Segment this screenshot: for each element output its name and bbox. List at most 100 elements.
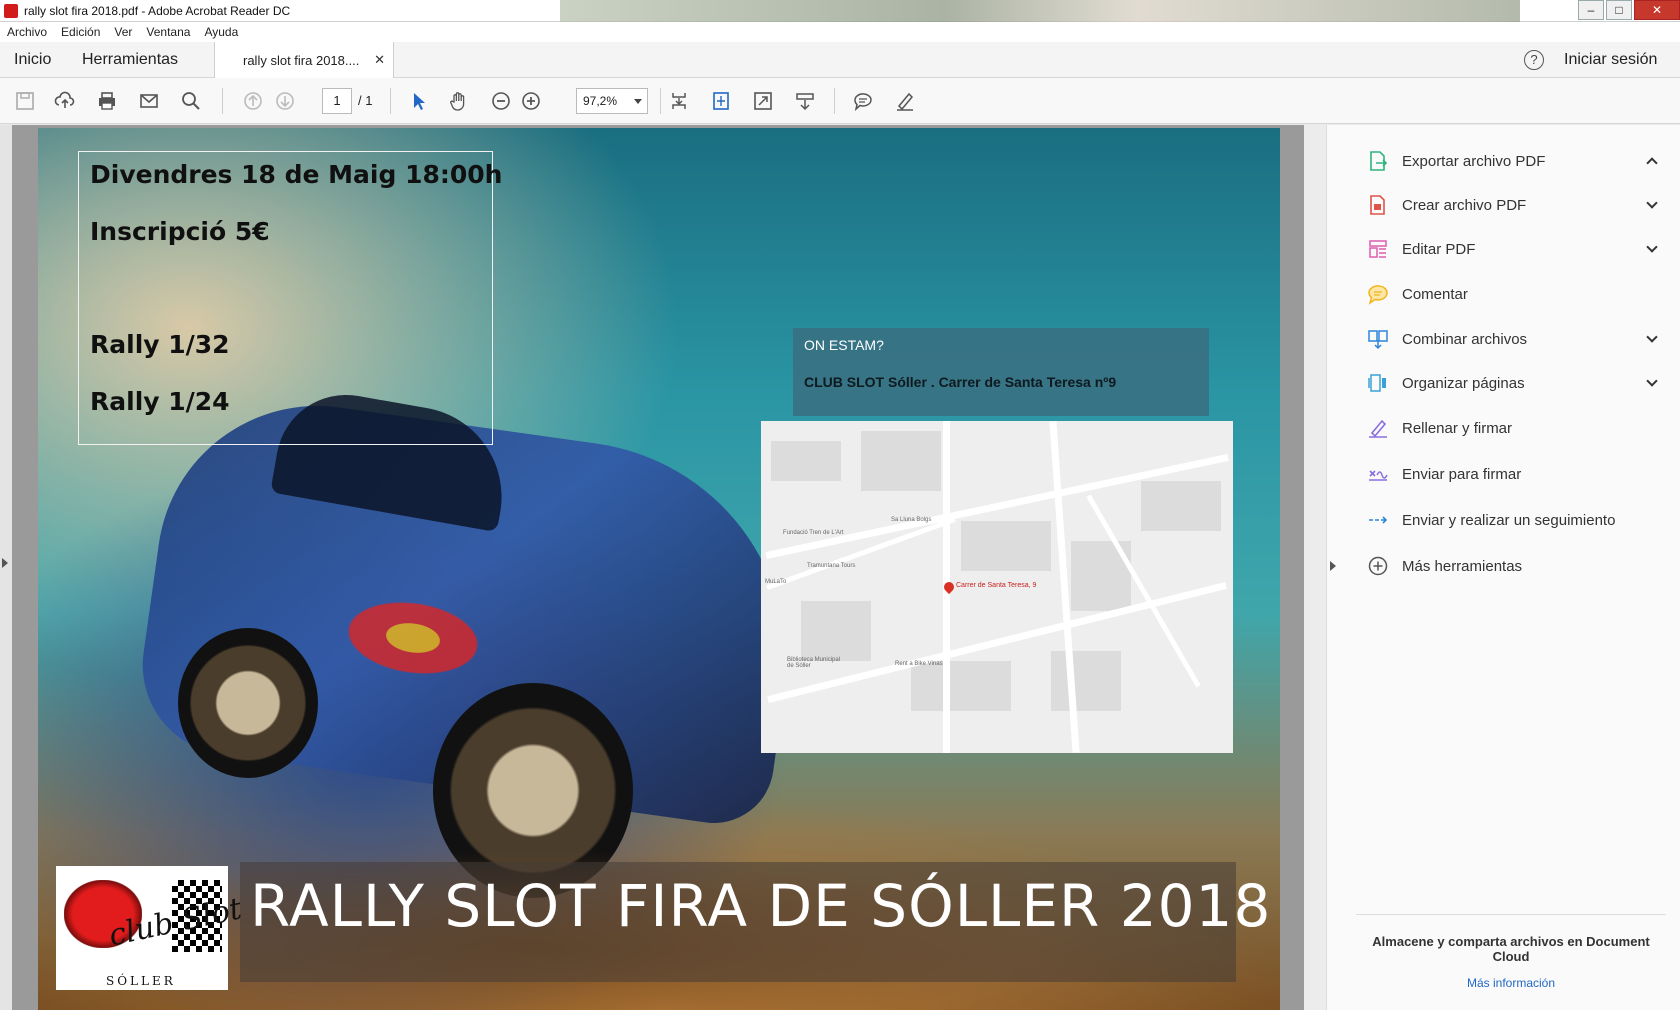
- highlight-pen-icon[interactable]: [892, 88, 918, 114]
- tool-edit-pdf[interactable]: Editar PDF: [1366, 234, 1666, 264]
- toolbar: 1 / 1 97,2%: [0, 78, 1680, 124]
- tab-home[interactable]: Inicio: [14, 51, 51, 69]
- upload-cloud-icon[interactable]: [52, 88, 78, 114]
- zoom-in-icon[interactable]: [518, 88, 544, 114]
- print-icon[interactable]: [94, 88, 120, 114]
- tool-send-track[interactable]: Enviar y realizar un seguimiento: [1366, 505, 1666, 535]
- sign-in-link[interactable]: Iniciar sesión: [1564, 51, 1657, 69]
- background-taskbar-strip: [560, 0, 1520, 22]
- tool-create-pdf[interactable]: Crear archivo PDF: [1366, 190, 1666, 220]
- logo-town-text: SÓLLER: [106, 974, 176, 988]
- page-number-input[interactable]: 1: [322, 88, 352, 114]
- tool-export-pdf[interactable]: Exportar archivo PDF: [1366, 146, 1666, 176]
- map-label: MuLaTo: [765, 579, 787, 585]
- chevron-down-icon: [634, 99, 642, 104]
- fit-page-icon[interactable]: [708, 88, 734, 114]
- help-icon[interactable]: ?: [1524, 50, 1544, 70]
- tab-bar: Inicio Herramientas rally slot fira 2018…: [0, 42, 1680, 78]
- chevron-down-icon[interactable]: [1646, 197, 1658, 209]
- comment-icon: [1366, 282, 1390, 306]
- map-pin-label: Carrer de Santa Teresa, 9: [956, 582, 1037, 589]
- window-title: rally slot fira 2018.pdf - Adobe Acrobat…: [24, 3, 291, 18]
- close-window-button[interactable]: ✕: [1634, 0, 1680, 20]
- tool-combine-files[interactable]: Combinar archivos: [1366, 324, 1666, 354]
- menu-bar: Archivo Edición Ver Ventana Ayuda: [0, 22, 1680, 42]
- comment-bubble-icon[interactable]: [850, 88, 876, 114]
- chevron-down-icon[interactable]: [1646, 331, 1658, 343]
- next-page-icon[interactable]: [272, 88, 298, 114]
- zoom-level-select[interactable]: 97,2%: [576, 88, 648, 114]
- tool-fill-sign[interactable]: Rellenar y firmar: [1366, 413, 1666, 443]
- menu-edicion[interactable]: Edición: [61, 25, 100, 39]
- tool-label: Enviar para firmar: [1402, 465, 1522, 483]
- map-label: Rent a Bike Vinas: [895, 661, 943, 667]
- location-address: CLUB SLOT Sóller . Carrer de Santa Teres…: [804, 374, 1117, 390]
- tool-label: Exportar archivo PDF: [1402, 152, 1546, 170]
- tool-organize-pages[interactable]: Organizar páginas: [1366, 368, 1666, 398]
- tool-comment[interactable]: Comentar: [1366, 279, 1666, 309]
- email-icon[interactable]: [136, 88, 162, 114]
- toolbar-divider: [660, 88, 661, 114]
- chevron-up-icon[interactable]: [1646, 157, 1658, 169]
- send-sign-icon: [1366, 462, 1390, 486]
- event-fee: Inscripció 5€: [90, 217, 270, 246]
- menu-archivo[interactable]: Archivo: [7, 25, 47, 39]
- chevron-down-icon[interactable]: [1646, 375, 1658, 387]
- vertical-scrollbar[interactable]: [1304, 125, 1326, 1010]
- tool-label: Rellenar y firmar: [1402, 419, 1513, 437]
- tool-label: Combinar archivos: [1402, 330, 1528, 348]
- tab-tools[interactable]: Herramientas: [82, 51, 178, 69]
- select-cursor-icon[interactable]: [406, 88, 432, 114]
- hand-tool-icon[interactable]: [446, 88, 472, 114]
- tool-label: Editar PDF: [1402, 240, 1476, 258]
- tab-document[interactable]: rally slot fira 2018.... ✕: [214, 42, 394, 78]
- zoom-out-icon[interactable]: [488, 88, 514, 114]
- acrobat-app-icon: [4, 3, 18, 18]
- scroll-mode-icon[interactable]: [666, 88, 692, 114]
- save-icon[interactable]: [12, 88, 38, 114]
- map-label: Biblioteca Municipal de Sóller: [787, 657, 841, 669]
- read-mode-icon[interactable]: [792, 88, 818, 114]
- toolbar-divider: [222, 88, 223, 114]
- close-tab-icon[interactable]: ✕: [374, 52, 385, 68]
- more-info-link[interactable]: Más información: [1366, 976, 1656, 990]
- poster-title: RALLY SLOT FIRA DE SÓLLER 2018: [250, 872, 1272, 940]
- fill-sign-icon: [1366, 416, 1390, 440]
- edit-pdf-icon: [1366, 237, 1390, 261]
- tool-more-tools[interactable]: Más herramientas: [1366, 551, 1666, 581]
- tool-label: Crear archivo PDF: [1402, 196, 1527, 214]
- menu-ver[interactable]: Ver: [114, 25, 132, 39]
- event-category-1: Rally 1/32: [90, 330, 230, 359]
- location-title: ON ESTAM?: [804, 337, 884, 353]
- map-label: Fundació Tren de L'Art: [783, 530, 844, 536]
- send-track-icon: [1366, 508, 1390, 532]
- organize-icon: [1366, 371, 1390, 395]
- tool-label: Organizar páginas: [1402, 374, 1525, 392]
- collapse-panel-icon[interactable]: [1330, 561, 1336, 571]
- menu-ventana[interactable]: Ventana: [146, 25, 190, 39]
- create-pdf-icon: [1366, 193, 1390, 217]
- left-panel-toggle[interactable]: [0, 125, 12, 1010]
- map-label: Tramuntana Tours: [807, 563, 856, 569]
- maximize-button[interactable]: □: [1606, 0, 1632, 20]
- title-bar: rally slot fira 2018.pdf - Adobe Acrobat…: [0, 0, 1680, 22]
- chevron-down-icon[interactable]: [1646, 241, 1658, 253]
- menu-ayuda[interactable]: Ayuda: [204, 25, 238, 39]
- export-pdf-icon: [1366, 149, 1390, 173]
- combine-icon: [1366, 327, 1390, 351]
- panel-divider: [1356, 914, 1666, 915]
- tool-label: Enviar y realizar un seguimiento: [1402, 511, 1616, 529]
- tool-send-for-sign[interactable]: Enviar para firmar: [1366, 459, 1666, 489]
- minimize-button[interactable]: –: [1578, 0, 1604, 20]
- map-label: Sa Lluna Bolgs: [891, 517, 932, 523]
- full-screen-icon[interactable]: [750, 88, 776, 114]
- search-icon[interactable]: [178, 88, 204, 114]
- chevron-right-icon: [2, 558, 8, 568]
- toolbar-divider: [834, 88, 835, 114]
- document-cloud-promo: Almacene y comparta archivos en Document…: [1372, 934, 1650, 964]
- tool-label: Comentar: [1402, 285, 1468, 303]
- previous-page-icon[interactable]: [240, 88, 266, 114]
- tool-label: Más herramientas: [1402, 557, 1523, 575]
- event-category-2: Rally 1/24: [90, 387, 230, 416]
- page-total: / 1: [358, 93, 373, 108]
